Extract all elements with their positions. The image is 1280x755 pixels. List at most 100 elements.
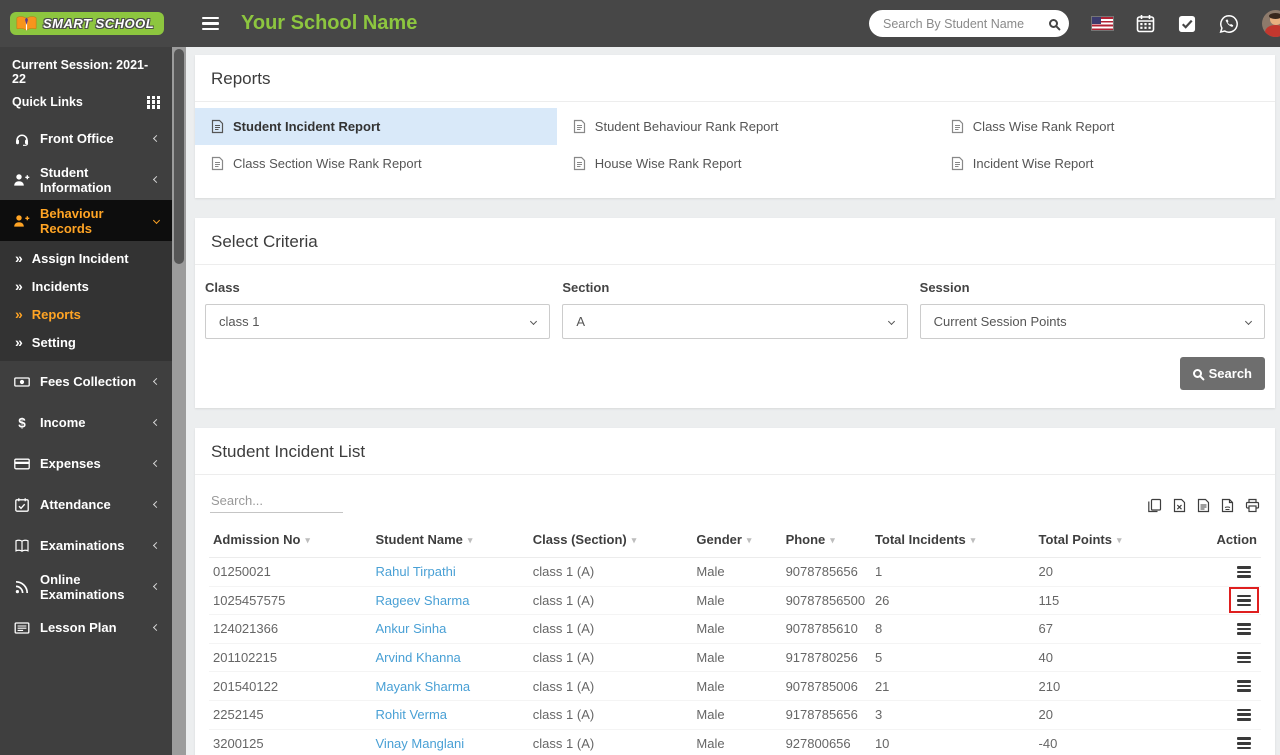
copy-icon[interactable]	[1147, 498, 1162, 513]
sidebar-item-income[interactable]: $ Income	[0, 402, 172, 443]
sort-caret-icon: ▾	[830, 535, 835, 545]
session-select[interactable]: Current Session Points	[919, 304, 1265, 339]
reports-card: Reports Student Incident Report Student …	[195, 55, 1275, 198]
class-section-cell: class 1 (A)	[528, 614, 693, 644]
tasks-icon[interactable]	[1178, 15, 1196, 33]
chat-icon[interactable]	[1219, 14, 1239, 34]
sidebar-subitem-assign-incident[interactable]: » Assign Incident	[0, 244, 172, 272]
report-link-class-section-wise-rank-report[interactable]: Class Section Wise Rank Report	[195, 145, 557, 182]
report-link-house-wise-rank-report[interactable]: House Wise Rank Report	[557, 145, 935, 182]
student-name-link[interactable]: Vinay Manglani	[376, 736, 465, 751]
language-flag-icon[interactable]	[1092, 17, 1113, 30]
action-cell	[1212, 671, 1261, 701]
search-button[interactable]: Search	[1179, 357, 1265, 390]
csv-icon[interactable]	[1197, 498, 1210, 513]
sidebar-item-expenses[interactable]: Expenses	[0, 443, 172, 484]
student-search-input[interactable]	[883, 16, 1049, 31]
search-icon[interactable]	[1049, 19, 1058, 28]
report-link-label: Student Incident Report	[233, 119, 381, 134]
sidebar-item-attendance[interactable]: Attendance	[0, 484, 172, 525]
student-name-link[interactable]: Mayank Sharma	[376, 679, 471, 694]
student-name-link[interactable]: Rahul Tirpathi	[376, 564, 456, 579]
report-link-class-wise-rank-report[interactable]: Class Wise Rank Report	[935, 108, 1275, 145]
column-header-class-section[interactable]: Class (Section) ▾	[528, 523, 693, 558]
student-name-cell: Vinay Manglani	[371, 729, 529, 755]
sidebar-subitem-setting[interactable]: » Setting	[0, 328, 172, 356]
sort-caret-icon: ▾	[467, 535, 473, 545]
row-actions-button[interactable]	[1229, 730, 1259, 755]
action-cell	[1212, 586, 1261, 616]
row-actions-button[interactable]	[1229, 616, 1259, 642]
row-actions-button[interactable]	[1229, 673, 1259, 699]
sidebar-item-front-office[interactable]: Front Office	[0, 118, 172, 159]
sidebar-subitem-reports[interactable]: » Reports	[0, 300, 172, 328]
total-incidents-cell: 26	[870, 586, 1035, 616]
section-select[interactable]: A	[562, 304, 908, 339]
column-header-total-points[interactable]: Total Points ▾	[1034, 523, 1213, 558]
sidebar-subitem-incidents[interactable]: » Incidents	[0, 272, 172, 300]
app-logo[interactable]: SMART SCHOOL	[10, 12, 165, 35]
column-header-student-name[interactable]: Student Name ▾	[371, 523, 529, 558]
class-section-cell: class 1 (A)	[528, 700, 693, 730]
report-link-label: Incident Wise Report	[972, 156, 1094, 171]
hamburger-icon	[1237, 680, 1251, 693]
row-actions-button[interactable]	[1229, 645, 1259, 671]
class-section-cell: class 1 (A)	[528, 643, 693, 673]
sidebar-item-examinations[interactable]: Examinations	[0, 525, 172, 566]
sidebar-item-online-examinations[interactable]: Online Examinations	[0, 566, 172, 607]
sidebar-item-student-information[interactable]: Student Information	[0, 159, 172, 200]
student-name-link[interactable]: Rageev Sharma	[376, 593, 470, 608]
calendar-check-icon	[13, 497, 30, 513]
calendar-icon[interactable]	[1136, 14, 1155, 33]
column-header-action: Action	[1212, 523, 1261, 558]
report-link-incident-wise-report[interactable]: Incident Wise Report	[935, 145, 1275, 182]
sort-caret-icon: ▾	[970, 535, 976, 545]
gender-cell: Male	[692, 614, 782, 644]
column-header-total-incidents[interactable]: Total Incidents ▾	[870, 523, 1035, 558]
pdf-icon[interactable]	[1221, 498, 1234, 513]
table-row: 01250021 Rahul Tirpathi class 1 (A) Male…	[209, 557, 1261, 587]
scrollbar-thumb[interactable]	[174, 49, 184, 264]
sidebar-item-lesson-plan[interactable]: Lesson Plan	[0, 607, 172, 648]
student-name-link[interactable]: Arvind Khanna	[376, 650, 461, 665]
print-icon[interactable]	[1245, 498, 1260, 513]
session-block: Current Session: 2021-22 Quick Links	[0, 47, 172, 118]
headset-icon	[13, 131, 30, 147]
total-incidents-cell: 5	[870, 643, 1035, 673]
total-points-cell: 67	[1034, 614, 1213, 644]
hamburger-icon	[1237, 623, 1251, 635]
book-logo-icon	[15, 15, 38, 32]
chevron-down-icon	[887, 317, 895, 326]
total-points-cell: 115	[1034, 586, 1213, 616]
user-avatar[interactable]	[1262, 10, 1280, 37]
main-content: Reports Student Incident Report Student …	[186, 47, 1280, 755]
class-section-cell: class 1 (A)	[528, 729, 693, 755]
sidebar-item-fees-collection[interactable]: Fees Collection	[0, 361, 172, 402]
admission-no-cell: 01250021	[209, 557, 372, 587]
class-select[interactable]: class 1	[205, 304, 551, 339]
student-name-link[interactable]: Rohit Verma	[376, 707, 448, 722]
column-header-phone[interactable]: Phone ▾	[781, 523, 871, 558]
report-link-student-behaviour-rank-report[interactable]: Student Behaviour Rank Report	[557, 108, 935, 145]
table-search-input[interactable]	[210, 489, 343, 513]
sidebar-item-behaviour-records[interactable]: Behaviour Records	[0, 200, 172, 241]
gender-cell: Male	[692, 700, 782, 730]
quick-links[interactable]: Quick Links	[12, 95, 160, 109]
table-row: 201540122 Mayank Sharma class 1 (A) Male…	[209, 671, 1261, 701]
book-open-icon	[13, 538, 30, 554]
double-chevron-icon: »	[15, 306, 23, 322]
column-header-gender[interactable]: Gender ▾	[692, 523, 782, 558]
table-row: 124021366 Ankur Sinha class 1 (A) Male 9…	[209, 614, 1261, 644]
excel-icon[interactable]	[1173, 498, 1186, 513]
sidebar-scrollbar[interactable]	[172, 47, 186, 755]
menu-toggle-icon[interactable]	[202, 16, 219, 31]
row-actions-button-highlighted[interactable]	[1229, 587, 1259, 614]
row-actions-button[interactable]	[1229, 559, 1259, 585]
row-actions-button[interactable]	[1229, 702, 1259, 728]
column-header-admission-no[interactable]: Admission No ▾	[209, 523, 372, 558]
class-section-cell: class 1 (A)	[528, 557, 693, 587]
student-name-link[interactable]: Ankur Sinha	[376, 621, 447, 636]
gender-cell: Male	[692, 586, 782, 616]
student-name-cell: Rageev Sharma	[371, 586, 529, 616]
report-link-student-incident-report[interactable]: Student Incident Report	[195, 108, 557, 145]
